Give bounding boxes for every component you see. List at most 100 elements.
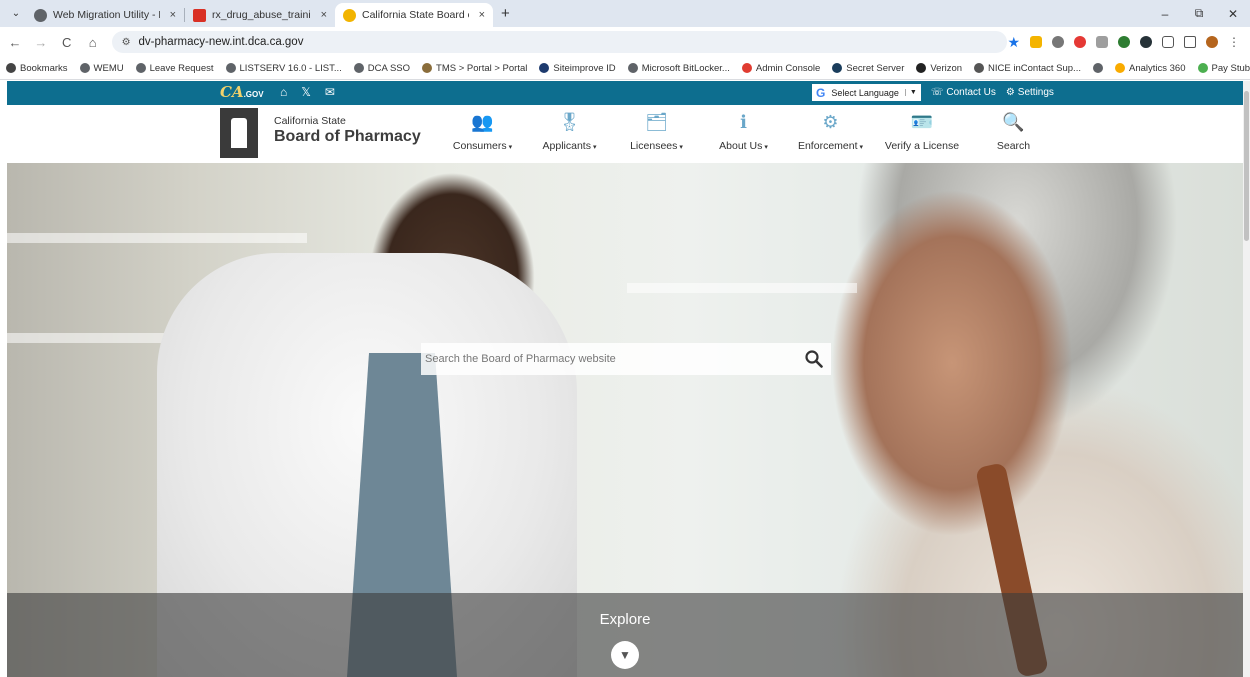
bookmark-label: Secret Server	[846, 62, 905, 74]
home-icon[interactable]: ⌂	[280, 85, 287, 99]
doc-icon	[353, 63, 364, 73]
pharmacy-mortar-logo[interactable]	[220, 108, 258, 158]
site-search-input[interactable]	[425, 353, 797, 365]
extension-icon[interactable]	[1140, 36, 1152, 48]
nav-consumers[interactable]: 👥 Consumers ▾	[439, 105, 526, 163]
info-icon: ℹ	[740, 111, 747, 132]
restore-button[interactable]: ⧉	[1182, 6, 1216, 21]
bookmark-item[interactable]: DCA SSO	[353, 63, 410, 74]
leave-icon	[135, 63, 146, 73]
tms-icon	[422, 63, 433, 73]
site-info-icon[interactable]: ⚙	[122, 37, 131, 48]
bookmark-label: NICE inContact Sup...	[988, 62, 1081, 74]
verify-license-icon: 🪪	[910, 111, 934, 132]
x-social-icon[interactable]: 𝕏	[301, 85, 311, 99]
bookmark-item[interactable]: Bookmarks	[6, 63, 68, 74]
mail-icon[interactable]: ✉	[325, 85, 335, 99]
tab-strip: ⌄ Web Migration Utility - DCA × rx_drug_…	[0, 0, 1250, 27]
nav-about-us[interactable]: ℹ About Us ▾	[700, 105, 787, 163]
star-icon	[6, 63, 16, 73]
google-icon: G	[816, 85, 826, 100]
bookmark-item[interactable]: TMS > Portal > Portal	[422, 63, 527, 74]
contact-us-link[interactable]: ☏ Contact Us	[931, 87, 996, 98]
contact-icon: ☏	[930, 87, 944, 98]
settings-label: Settings	[1017, 87, 1054, 98]
bookmark-item[interactable]	[1092, 63, 1103, 73]
scrollbar-thumb[interactable]	[1244, 91, 1249, 241]
bookmark-item[interactable]: WEMU	[79, 63, 124, 74]
reload-button[interactable]: C	[56, 35, 78, 50]
bookmark-label: Leave Request	[149, 62, 214, 74]
ca-logo-text: CA	[220, 83, 244, 101]
site-brand[interactable]: California State Board of Pharmacy	[274, 115, 421, 146]
address-bar[interactable]: ⚙ dv-pharmacy-new.int.dca.ca.gov	[111, 31, 1008, 53]
tab-web-migration-utility[interactable]: Web Migration Utility - DCA ×	[26, 3, 184, 27]
back-button[interactable]: ←	[4, 35, 26, 50]
utility-right: G Select Language ▼ ☏ Contact Us ⚙ Setting…	[812, 84, 1054, 101]
language-select[interactable]: G Select Language ▼	[812, 84, 921, 101]
page-scrollbar[interactable]	[1243, 81, 1250, 677]
utility-icons: ⌂ 𝕏 ✉	[280, 85, 335, 99]
bookmark-item[interactable]: NICE inContact Sup...	[974, 63, 1081, 74]
new-tab-button[interactable]: +	[501, 5, 510, 22]
tab-board-of-pharmacy[interactable]: California State Board of Pharm ×	[335, 3, 493, 27]
browser-toolbar: ← → C ⌂ ⚙ dv-pharmacy-new.int.dca.ca.gov…	[0, 27, 1250, 57]
settings-link[interactable]: ⚙ Settings	[1006, 87, 1054, 98]
extension-icon[interactable]	[1052, 36, 1064, 48]
nav-verify-a-license[interactable]: 🪪 Verify a License	[874, 105, 970, 163]
home-button[interactable]: ⌂	[82, 35, 104, 50]
minimize-button[interactable]: –	[1148, 7, 1182, 21]
nav-licensees[interactable]: 🗂 Licensees ▾	[613, 105, 700, 163]
bookmark-item[interactable]: Verizon	[916, 63, 962, 74]
nav-label: Enforcement ▾	[798, 140, 863, 152]
puzzle-extensions-icon[interactable]	[1162, 36, 1174, 48]
bookmark-item[interactable]: Siteimprove ID	[539, 63, 616, 74]
bookmark-label: Analytics 360	[1128, 62, 1186, 74]
background-shelf	[7, 233, 307, 243]
bookmark-item[interactable]: Secret Server	[832, 63, 904, 74]
bookmark-star-icon[interactable]: ★	[1007, 34, 1020, 51]
close-tab-icon[interactable]: ×	[170, 9, 176, 21]
nav-label-text: Licensees	[630, 140, 678, 152]
bookmark-item[interactable]: LISTSERV 16.0 - LIST...	[225, 62, 342, 74]
bookmark-item[interactable]: Admin Console	[741, 63, 820, 74]
chevron-down-icon: ▼	[904, 89, 917, 96]
nav-enforcement[interactable]: ⚙ Enforcement ▾	[787, 105, 874, 163]
chevron-down-icon: ▾	[679, 144, 683, 151]
tab-title: California State Board of Pharm	[362, 9, 469, 21]
extension-icon[interactable]	[1030, 36, 1042, 48]
main-navigation: 👥 Consumers ▾ 🎖 Applicants ▾ 🗂 Licensees ▾ ℹ About…	[439, 105, 1057, 163]
tab-title: rx_drug_abuse_training.pdf	[212, 9, 311, 21]
hero-banner: Explore ▼	[7, 163, 1243, 677]
extension-icon[interactable]	[1118, 36, 1130, 48]
profile-avatar[interactable]	[1206, 36, 1218, 48]
ca-gov-logo[interactable]: CA.GOV	[220, 83, 264, 101]
nav-label-text: Consumers	[452, 140, 507, 152]
bookmark-label: LISTSERV 16.0 - LIST...	[239, 62, 342, 74]
search-icon: 🔍	[1002, 111, 1025, 132]
nav-search[interactable]: 🔍 Search	[970, 105, 1057, 163]
explore-down-button[interactable]: ▼	[611, 641, 639, 669]
close-window-button[interactable]: ✕	[1216, 7, 1250, 21]
bookmark-item[interactable]: Microsoft BitLocker...	[627, 63, 730, 74]
tab-rx-drug-abuse-pdf[interactable]: rx_drug_abuse_training.pdf ×	[185, 3, 335, 27]
utility-bar: CA.GOV ⌂ 𝕏 ✉ G Select Language ▼ ☏ Contac…	[7, 81, 1243, 105]
search-submit-icon[interactable]	[797, 343, 831, 375]
explore-band: Explore ▼	[7, 593, 1243, 677]
side-panel-icon[interactable]	[1184, 36, 1196, 48]
menu-kebab-icon[interactable]: ⋮	[1228, 35, 1240, 49]
close-tab-icon[interactable]: ×	[479, 9, 485, 21]
bookmark-item[interactable]: Analytics 360	[1114, 62, 1186, 74]
adobe-icon	[741, 63, 752, 73]
extension-icon[interactable]	[1096, 36, 1108, 48]
extension-icon[interactable]	[1074, 36, 1086, 48]
enforcement-icon: ⚙	[822, 111, 839, 132]
forward-button[interactable]: →	[30, 35, 52, 50]
nav-applicants[interactable]: 🎖 Applicants ▾	[526, 105, 613, 163]
chevron-down-icon: ▾	[859, 144, 864, 151]
bookmark-item[interactable]: Pay Stub	[1197, 63, 1250, 74]
site-search-bar	[421, 343, 831, 375]
tab-search-button[interactable]: ⌄	[6, 3, 26, 23]
close-tab-icon[interactable]: ×	[321, 9, 327, 21]
bookmark-item[interactable]: Leave Request	[135, 62, 214, 74]
